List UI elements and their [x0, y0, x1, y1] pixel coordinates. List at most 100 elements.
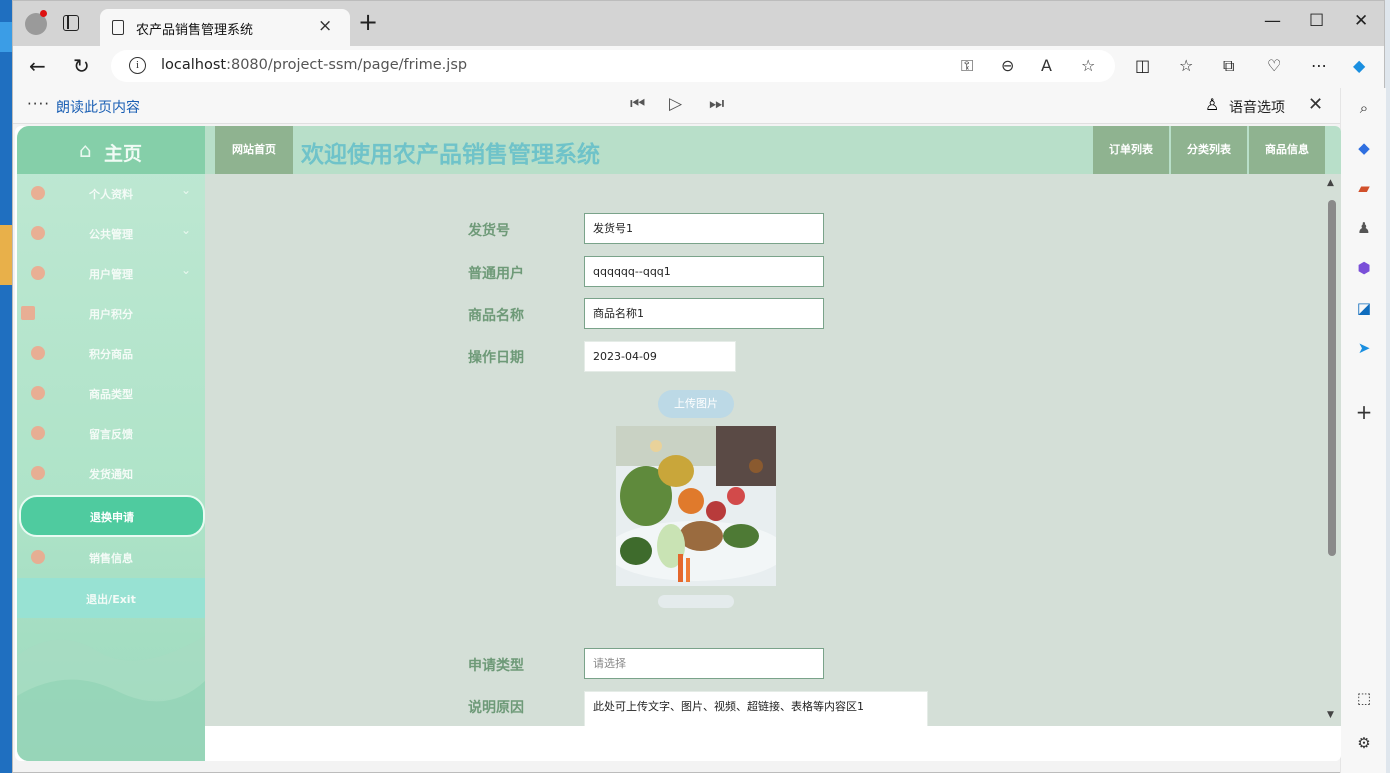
office-icon[interactable]: ⬢: [1354, 258, 1374, 278]
search-icon[interactable]: ⌕: [1354, 98, 1374, 118]
product-name-field[interactable]: 商品名称1: [584, 298, 824, 329]
tab-bar: 农产品销售管理系统 × + — ☐ ✕: [13, 1, 1384, 46]
read-aloud-bar: ···· 朗读此页内容 ⏮ ▷ ⏭ ♙ 语音选项 ✕: [13, 88, 1384, 124]
scroll-thumb[interactable]: [1328, 200, 1336, 556]
sidebar-item-label: 商品类型: [89, 388, 133, 401]
new-tab-button[interactable]: +: [358, 10, 378, 34]
operation-date-field[interactable]: 2023-04-09: [584, 341, 736, 372]
sidebar-item-points[interactable]: 用户积分: [17, 294, 205, 334]
browser-toolbar: ← ↻ i localhost:8080/project-ssm/page/fr…: [13, 46, 1384, 88]
scrollbar[interactable]: ▲ ▼: [1325, 178, 1339, 724]
sidebar-home[interactable]: ⌂ 主页: [17, 126, 205, 174]
voice-options-icon[interactable]: ♙: [1205, 95, 1219, 114]
refresh-icon[interactable]: ↻: [73, 54, 90, 78]
sidebar-item-shipping[interactable]: 发货通知: [17, 454, 205, 494]
sidebar-item-users[interactable]: 用户管理 ⌄: [17, 254, 205, 294]
reason-editor[interactable]: 此处可上传文字、图片、视频、超链接、表格等内容区1: [584, 691, 928, 726]
shopping-tag-icon[interactable]: ◆: [1354, 138, 1374, 158]
sidebar-item-returns[interactable]: 退换申请: [19, 495, 205, 537]
sidebar-item-label: 发货通知: [89, 468, 133, 481]
settings-gear-icon[interactable]: ⚙: [1354, 733, 1374, 753]
form-area: 发货号 发货号1 普通用户 qqqqqq--qqq1 商品名称 商品名称1 操作…: [205, 174, 1341, 726]
sidebar-item-sales[interactable]: 销售信息: [17, 538, 205, 578]
minimize-button[interactable]: —: [1264, 11, 1281, 31]
favorite-star-icon[interactable]: ☆: [1081, 56, 1095, 75]
edge-sidebar: ⌕ ◆ ▰ ♟ ⬢ ◪ ➤ + ⬚ ⚙: [1340, 88, 1386, 773]
browser-essentials-icon[interactable]: ♡: [1267, 56, 1281, 75]
sidebar-item-public[interactable]: 公共管理 ⌄: [17, 214, 205, 254]
chevron-down-icon: ⌄: [181, 183, 192, 197]
product-info-button[interactable]: 商品信息: [1249, 126, 1325, 174]
apply-type-label: 申请类型: [468, 658, 524, 674]
sidebar-item-label: 用户管理: [89, 268, 133, 281]
url-text[interactable]: localhost:8080/project-ssm/page/frime.js…: [161, 57, 467, 73]
key-icon[interactable]: ⚿: [961, 56, 973, 76]
address-bar[interactable]: i localhost:8080/project-ssm/page/frime.…: [111, 50, 1115, 82]
home-label: 主页: [104, 143, 143, 165]
games-icon[interactable]: ♟: [1354, 218, 1374, 238]
outlook-icon[interactable]: ◪: [1354, 298, 1374, 318]
app-sidebar: ⌂ 主页 个人资料 ⌄ 公共管理 ⌄ 用户管理 ⌄ 用户积分 积分商品 商品类型…: [17, 126, 205, 761]
image-caption-bar: [658, 595, 734, 608]
maximize-button[interactable]: ☐: [1309, 11, 1324, 31]
user-label: 普通用户: [468, 266, 524, 282]
site-info-icon[interactable]: i: [129, 57, 146, 74]
sidebar-item-product-types[interactable]: 商品类型: [17, 374, 205, 414]
play-icon[interactable]: ▷: [669, 94, 682, 114]
apply-type-select[interactable]: 请选择: [584, 648, 824, 679]
previous-icon[interactable]: ⏮: [630, 94, 645, 114]
add-sidebar-app-icon[interactable]: +: [1354, 402, 1374, 422]
browser-tab[interactable]: 农产品销售管理系统 ×: [100, 9, 350, 46]
sidebar-item-feedback[interactable]: 留言反馈: [17, 414, 205, 454]
sidebar-item-label: 退换申请: [90, 511, 134, 524]
sidebar-item-label: 个人资料: [89, 188, 133, 201]
reason-label: 说明原因: [468, 700, 524, 716]
scroll-down-arrow-icon[interactable]: ▼: [1327, 710, 1334, 720]
user-field[interactable]: qqqqqq--qqq1: [584, 256, 824, 287]
tools-icon[interactable]: ▰: [1354, 178, 1374, 198]
voice-options-label[interactable]: 语音选项: [1229, 97, 1285, 117]
telegram-icon[interactable]: ➤: [1354, 338, 1374, 358]
orders-list-button[interactable]: 订单列表: [1093, 126, 1169, 174]
favorites-icon[interactable]: ☆: [1179, 56, 1193, 75]
more-dots-icon[interactable]: ····: [27, 95, 50, 113]
browser-window: 农产品销售管理系统 × + — ☐ ✕ ← ↻ i localhost:8080…: [12, 0, 1386, 773]
chevron-down-icon: ⌄: [181, 223, 192, 237]
site-home-button[interactable]: 网站首页: [215, 126, 293, 174]
shipment-no-field[interactable]: 发货号1: [584, 213, 824, 244]
page-title: 欢迎使用农产品销售管理系统: [301, 142, 600, 168]
top-nav-bar: 网站首页 欢迎使用农产品销售管理系统 订单列表 分类列表 商品信息: [205, 126, 1341, 174]
chevron-down-icon: ⌄: [181, 263, 192, 277]
web-page: ⌂ 主页 个人资料 ⌄ 公共管理 ⌄ 用户管理 ⌄ 用户积分 积分商品 商品类型…: [15, 126, 1341, 761]
sidebar-item-label: 留言反馈: [89, 428, 133, 441]
scroll-up-arrow-icon[interactable]: ▲: [1327, 178, 1334, 188]
tab-close-icon[interactable]: ×: [318, 16, 332, 36]
page-icon: [112, 20, 124, 35]
next-icon[interactable]: ⏭: [709, 94, 724, 114]
close-window-button[interactable]: ✕: [1354, 11, 1368, 31]
mountain-decoration: [17, 636, 205, 761]
upload-image-button[interactable]: 上传图片: [658, 390, 734, 418]
operation-date-label: 操作日期: [468, 350, 524, 366]
shipment-no-label: 发货号: [468, 223, 510, 239]
tab-actions-icon[interactable]: [63, 15, 79, 31]
read-aloud-label[interactable]: 朗读此页内容: [56, 97, 140, 117]
more-menu-icon[interactable]: ⋯: [1311, 56, 1327, 75]
sidebar-item-label: 公共管理: [89, 228, 133, 241]
sidebar-item-point-goods[interactable]: 积分商品: [17, 334, 205, 374]
back-arrow-icon[interactable]: ←: [29, 54, 46, 78]
sidebar-item-label: 销售信息: [89, 552, 133, 565]
read-aloud-icon[interactable]: A: [1041, 56, 1052, 75]
close-read-aloud-icon[interactable]: ✕: [1308, 94, 1323, 115]
home-icon: ⌂: [79, 138, 92, 162]
copilot-icon[interactable]: ◆: [1353, 56, 1365, 75]
sidebar-item-label: 用户积分: [89, 308, 133, 321]
category-list-button[interactable]: 分类列表: [1171, 126, 1247, 174]
collections-icon[interactable]: ⧉: [1223, 56, 1234, 76]
notification-dot: [40, 10, 47, 17]
zoom-out-icon[interactable]: ⊖: [1001, 56, 1014, 75]
sidebar-item-label: 积分商品: [89, 348, 133, 361]
split-screen-icon[interactable]: ◫: [1135, 56, 1150, 75]
screenshot-icon[interactable]: ⬚: [1354, 688, 1374, 708]
sidebar-item-profile[interactable]: 个人资料 ⌄: [17, 174, 205, 214]
